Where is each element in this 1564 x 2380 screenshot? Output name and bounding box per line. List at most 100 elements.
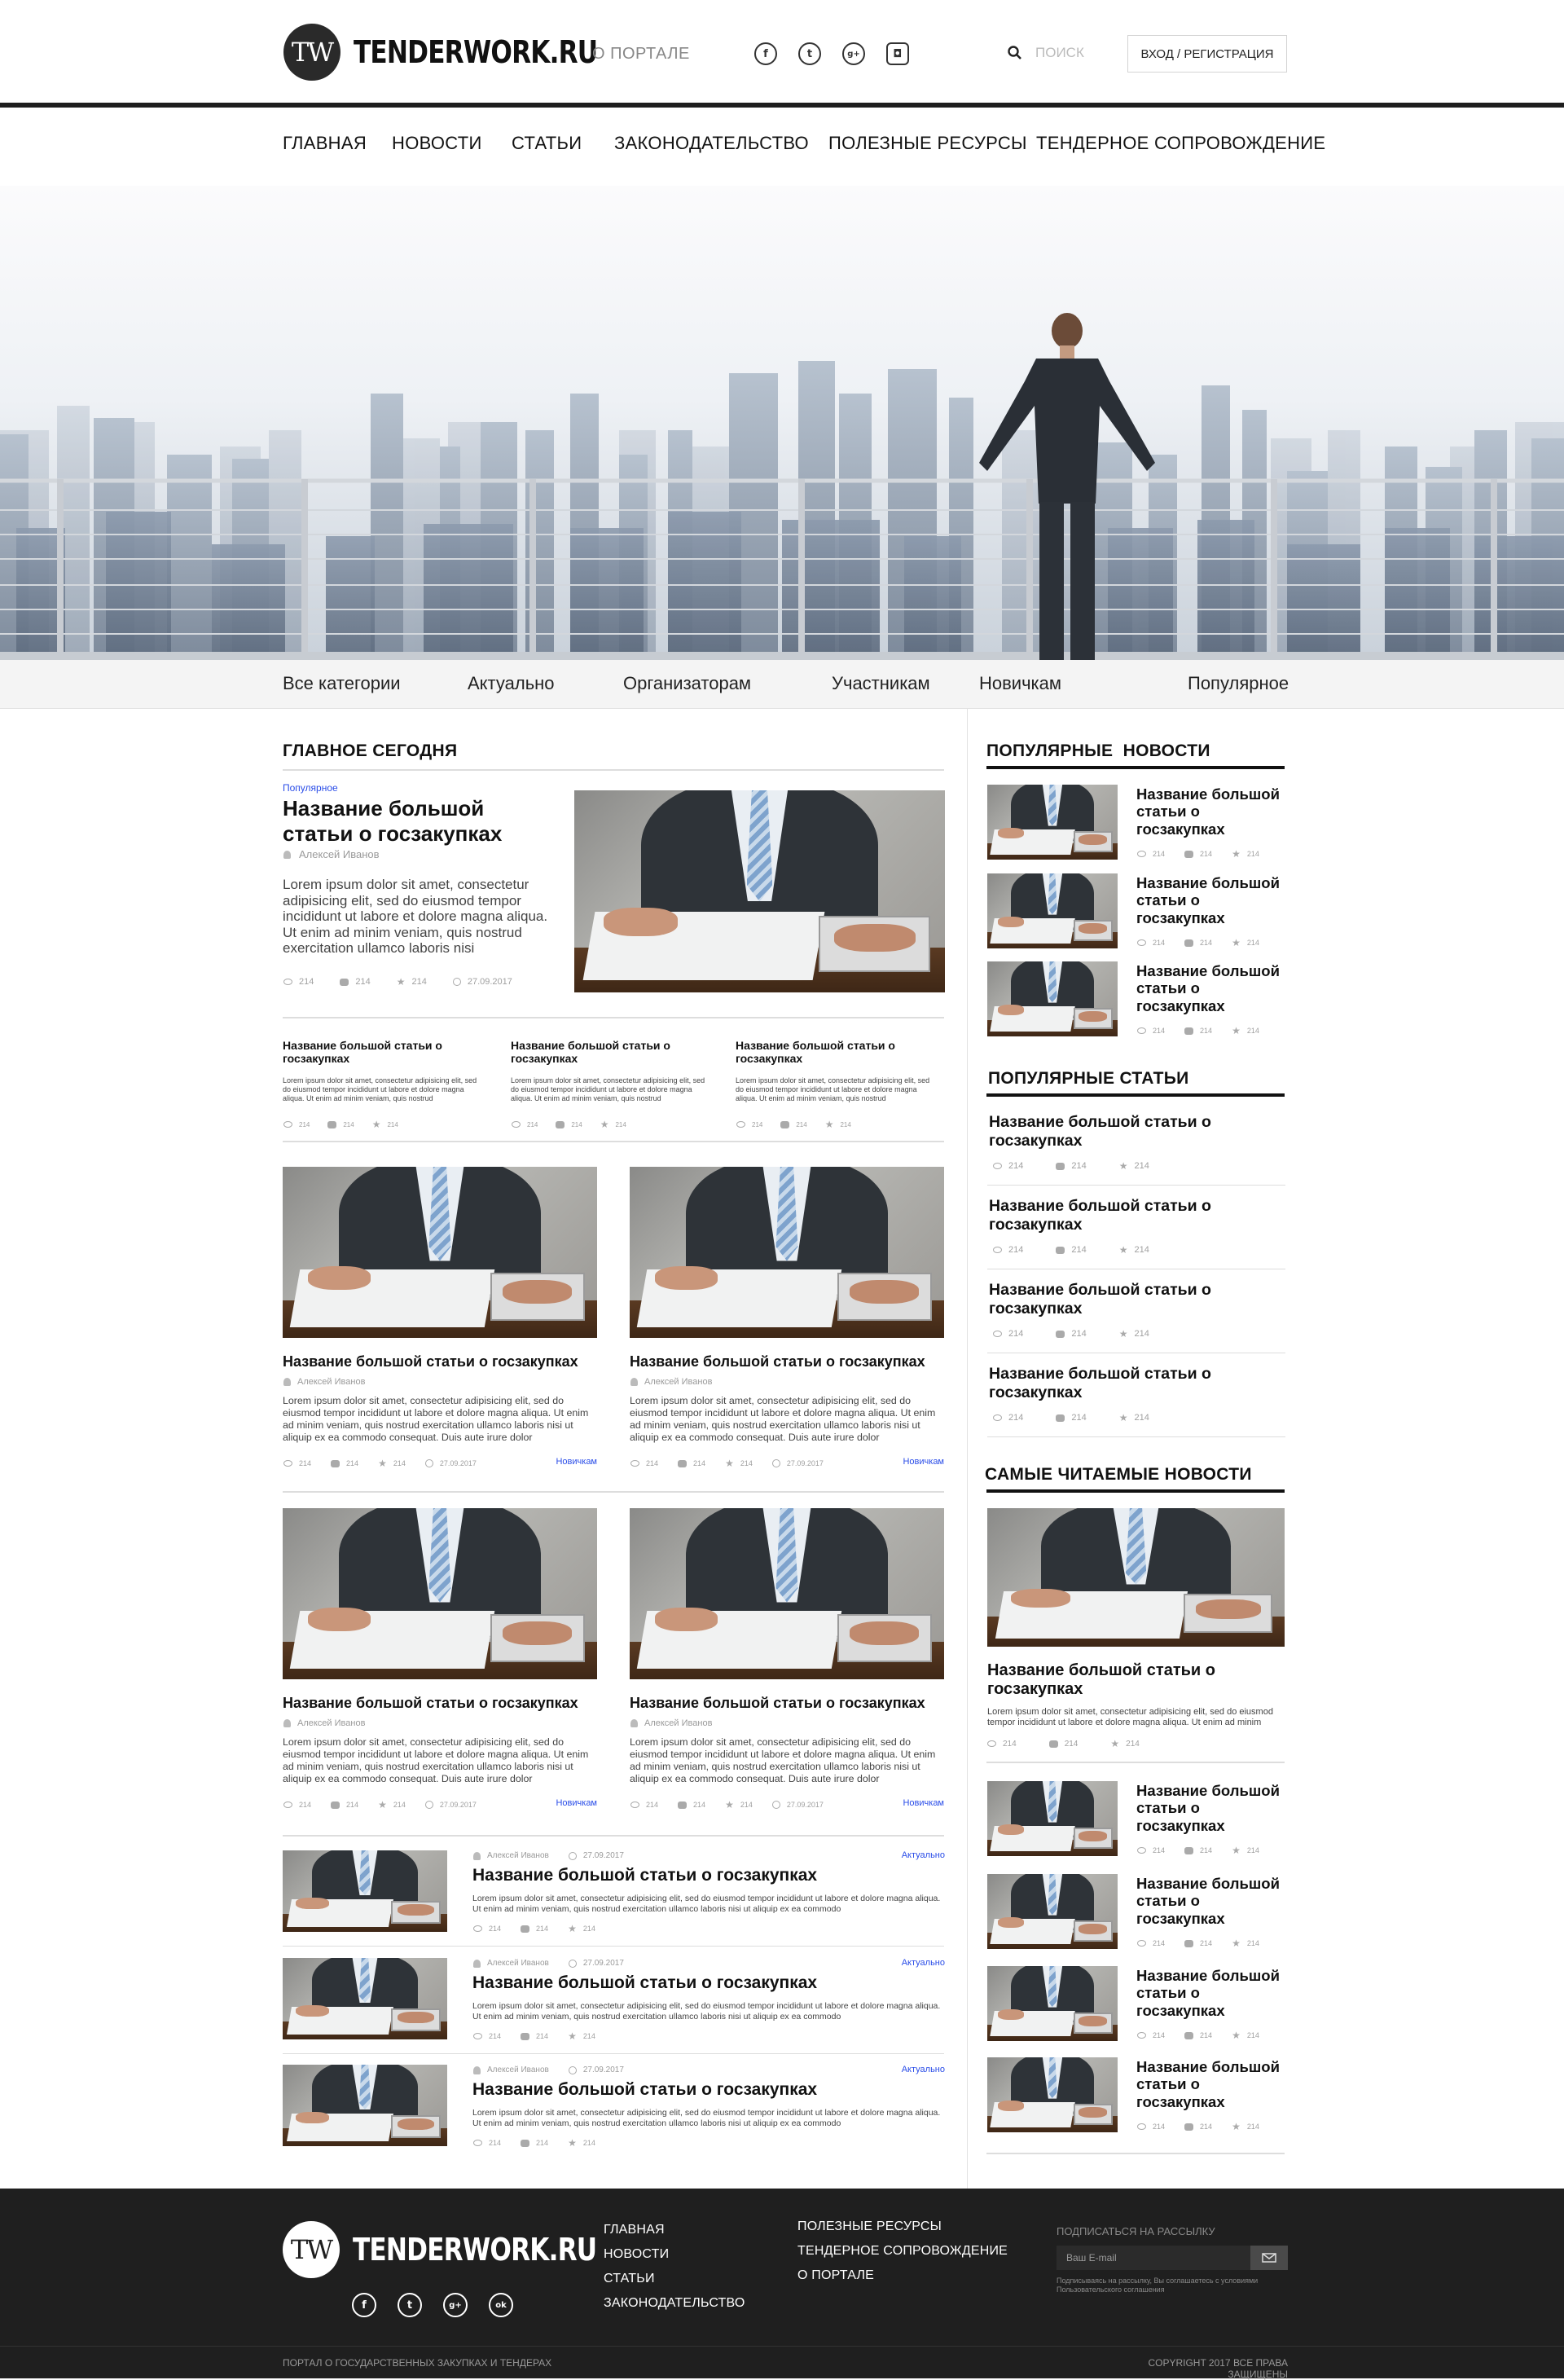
clock-icon bbox=[452, 978, 461, 986]
odnoklassniki-icon[interactable]: ok bbox=[489, 2293, 513, 2317]
comment-icon bbox=[1056, 1330, 1065, 1338]
column-divider bbox=[967, 709, 968, 2189]
eye-icon bbox=[283, 1460, 292, 1467]
list-article-title[interactable]: Название большой статьи о госзакупках bbox=[472, 1866, 817, 1885]
category-actual[interactable]: Актуально bbox=[468, 673, 555, 694]
footer-link-resources[interactable]: ПОЛЕЗНЫЕ РЕСУРСЫ bbox=[797, 2219, 1008, 2234]
category-popular[interactable]: Популярное bbox=[1188, 673, 1289, 694]
list-article-title[interactable]: Название большой статьи о госзакупках bbox=[472, 1973, 817, 1993]
most-read-title[interactable]: Название большой статьи о госзакупках bbox=[1136, 2058, 1291, 2110]
list-article-title[interactable]: Название большой статьи о госзакупках bbox=[472, 2080, 817, 2100]
article-meta: 214 214 ★ 214 27.09.2017 bbox=[630, 1458, 824, 1468]
google-plus-icon[interactable]: g+ bbox=[842, 42, 865, 65]
search[interactable]: ПОИСК bbox=[1008, 45, 1084, 61]
article-meta: 214 214 ★ 214 bbox=[473, 2031, 595, 2041]
grid-article-image[interactable] bbox=[283, 1508, 597, 1679]
popular-news-image[interactable] bbox=[987, 785, 1118, 860]
footer-logo[interactable]: TW TENDERWORK.RU bbox=[283, 2221, 650, 2278]
small-article-title[interactable]: Название большой статьи о госзакупках bbox=[283, 1039, 486, 1065]
subscribe-button[interactable] bbox=[1250, 2246, 1288, 2270]
list-article-tag[interactable]: Актуально bbox=[863, 2065, 945, 2074]
most-read-title[interactable]: Название большой статьи о госзакупках bbox=[1136, 1782, 1291, 1834]
clock-icon bbox=[424, 1801, 433, 1809]
list-article-image[interactable] bbox=[283, 1850, 447, 1932]
nav-tender-support[interactable]: ТЕНДЕРНОЕ СОПРОВОЖДЕНИЕ bbox=[1036, 133, 1325, 154]
grid-article-title[interactable]: Название большой статьи о госзакупках bbox=[630, 1353, 925, 1370]
user-icon bbox=[630, 1719, 638, 1727]
list-article-image[interactable] bbox=[283, 2065, 447, 2146]
grid-article-image[interactable] bbox=[630, 1167, 944, 1338]
nav-home[interactable]: ГЛАВНАЯ bbox=[283, 133, 367, 154]
grid-article-tag[interactable]: Новичкам bbox=[519, 1798, 597, 1808]
most-read-title[interactable]: Название большой статьи о госзакупках bbox=[1136, 1875, 1291, 1927]
grid-article-text: Lorem ipsum dolor sit amet, consectetur … bbox=[283, 1736, 589, 1784]
grid-article-tag[interactable]: Новичкам bbox=[866, 1457, 944, 1467]
popular-news-image[interactable] bbox=[987, 873, 1118, 948]
most-read-image[interactable] bbox=[987, 1781, 1118, 1856]
grid-article-title[interactable]: Название большой статьи о госзакупках bbox=[283, 1695, 578, 1712]
star-icon: ★ bbox=[1232, 1025, 1241, 1036]
footer-link-articles[interactable]: СТАТЬИ bbox=[604, 2272, 745, 2286]
grid-article-tag[interactable]: Новичкам bbox=[866, 1798, 944, 1808]
about-link[interactable]: О ПОРТАЛЕ bbox=[592, 45, 690, 64]
popular-news-title[interactable]: Название большой статьи о госзакупках bbox=[1136, 874, 1291, 926]
footer-link-tender-support[interactable]: ТЕНДЕРНОЕ СОПРОВОЖДЕНИЕ bbox=[797, 2244, 1008, 2259]
star-icon: ★ bbox=[1110, 1738, 1120, 1749]
category-newbies[interactable]: Новичкам bbox=[979, 673, 1061, 694]
comment-icon bbox=[1184, 2031, 1194, 2039]
nav-legislation[interactable]: ЗАКОНОДАТЕЛЬСТВО bbox=[614, 133, 809, 154]
instagram-icon[interactable]: ◘ bbox=[886, 42, 909, 65]
popular-article-title[interactable]: Название большой статьи о госзакупках bbox=[989, 1113, 1250, 1150]
facebook-icon[interactable]: f bbox=[352, 2293, 376, 2317]
footer-link-about[interactable]: О ПОРТАЛЕ bbox=[797, 2268, 1008, 2283]
comment-icon bbox=[521, 2139, 530, 2147]
list-article-text: Lorem ipsum dolor sit amet, consectetur … bbox=[472, 2001, 941, 2021]
grid-article-image[interactable] bbox=[283, 1167, 597, 1338]
footer-link-home[interactable]: ГЛАВНАЯ bbox=[604, 2223, 745, 2237]
most-read-image[interactable] bbox=[987, 2057, 1118, 2132]
popular-article-title[interactable]: Название большой статьи о госзакупках bbox=[989, 1365, 1250, 1402]
eye-icon bbox=[1137, 1940, 1146, 1947]
nav-articles[interactable]: СТАТЬИ bbox=[512, 133, 582, 154]
popular-news-title[interactable]: Название большой статьи о госзакупках bbox=[1136, 962, 1291, 1014]
grid-article-image[interactable] bbox=[630, 1508, 944, 1679]
twitter-icon[interactable]: t bbox=[798, 42, 821, 65]
featured-title[interactable]: Название большой статьи о госзакупках bbox=[283, 796, 543, 846]
email-input[interactable]: Ваш E-mail bbox=[1057, 2246, 1250, 2270]
category-participants[interactable]: Участникам bbox=[832, 673, 930, 694]
most-read-main-image[interactable] bbox=[987, 1508, 1285, 1647]
popular-article-title[interactable]: Название большой статьи о госзакупках bbox=[989, 1197, 1250, 1234]
user-icon bbox=[630, 1378, 638, 1386]
login-button[interactable]: ВХОД / РЕГИСТРАЦИЯ bbox=[1127, 35, 1287, 73]
featured-image[interactable] bbox=[574, 790, 945, 992]
divider bbox=[283, 1017, 944, 1018]
popular-article-title[interactable]: Название большой статьи о госзакупках bbox=[989, 1281, 1250, 1318]
list-article-image[interactable] bbox=[283, 1958, 447, 2039]
search-input[interactable]: ПОИСК bbox=[1035, 45, 1084, 61]
google-plus-icon[interactable]: g+ bbox=[443, 2293, 468, 2317]
most-read-image[interactable] bbox=[987, 1966, 1118, 2041]
grid-article-title[interactable]: Название большой статьи о госзакупках bbox=[283, 1353, 578, 1370]
most-read-image[interactable] bbox=[987, 1874, 1118, 1949]
list-article-tag[interactable]: Актуально bbox=[863, 1958, 945, 1968]
twitter-icon[interactable]: t bbox=[398, 2293, 422, 2317]
popular-news-title[interactable]: Название большой статьи о госзакупках bbox=[1136, 785, 1291, 838]
facebook-icon[interactable]: f bbox=[754, 42, 777, 65]
category-all[interactable]: Все категории bbox=[283, 673, 401, 694]
grid-article-tag[interactable]: Новичкам bbox=[519, 1457, 597, 1467]
list-article-tag[interactable]: Актуально bbox=[863, 1850, 945, 1860]
most-read-main-title[interactable]: Название большой статьи о госзакупках bbox=[987, 1661, 1272, 1699]
footer-link-legislation[interactable]: ЗАКОНОДАТЕЛЬСТВО bbox=[604, 2296, 745, 2311]
comment-icon bbox=[1056, 1162, 1065, 1170]
popular-news-image[interactable] bbox=[987, 961, 1118, 1036]
grid-article-title[interactable]: Название большой статьи о госзакупках bbox=[630, 1695, 925, 1712]
most-read-title[interactable]: Название большой статьи о госзакупках bbox=[1136, 1967, 1291, 2019]
nav-news[interactable]: НОВОСТИ bbox=[392, 133, 482, 154]
nav-resources[interactable]: ПОЛЕЗНЫЕ РЕСУРСЫ bbox=[828, 133, 1027, 154]
small-article-title[interactable]: Название большой статьи о госзакупках bbox=[736, 1039, 939, 1065]
footer-link-news[interactable]: НОВОСТИ bbox=[604, 2247, 745, 2262]
divider bbox=[283, 1491, 944, 1493]
small-article-title[interactable]: Название большой статьи о госзакупках bbox=[511, 1039, 714, 1065]
featured-tag[interactable]: Популярное bbox=[283, 782, 338, 794]
category-organizers[interactable]: Организаторам bbox=[623, 673, 751, 694]
